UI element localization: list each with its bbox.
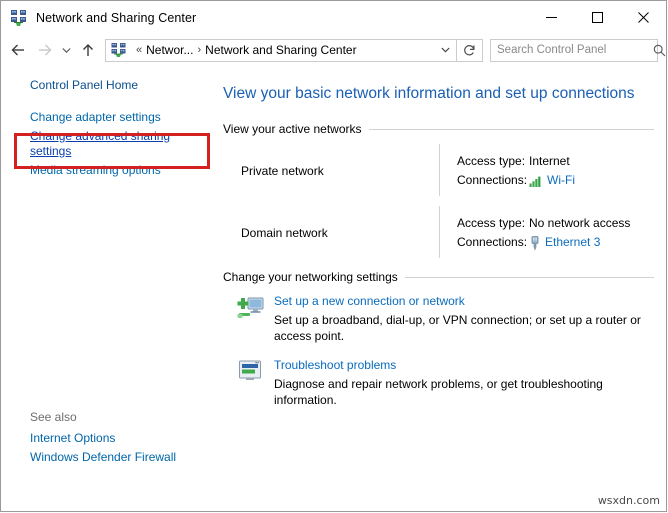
forward-button	[31, 37, 57, 63]
access-type-label: Access type:	[457, 152, 529, 171]
new-connection-icon	[237, 293, 265, 344]
search-box[interactable]	[490, 39, 658, 62]
access-type-value: Internet	[529, 152, 570, 171]
connections-line: Connections: Ethernet 3	[457, 233, 654, 252]
heading-rule	[405, 277, 654, 278]
network-row-private: Private network Access type: Internet Co…	[223, 140, 654, 202]
ethernet-plug-icon	[529, 236, 541, 250]
task-setup-new-connection: Set up a new connection or network Set u…	[223, 293, 654, 344]
network-sharing-icon	[10, 10, 28, 26]
sidebar: Control Panel Home Change adapter settin…	[1, 66, 215, 511]
search-input[interactable]	[491, 43, 653, 57]
maximize-button[interactable]	[574, 1, 620, 34]
access-type-label: Access type:	[457, 214, 529, 233]
task-text-block: Troubleshoot problems Diagnose and repai…	[274, 357, 654, 408]
connection-link-ethernet[interactable]: Ethernet 3	[545, 233, 600, 252]
heading-rule	[369, 129, 654, 130]
sidebar-item-media-streaming-options[interactable]: Media streaming options	[1, 161, 215, 180]
access-type-line: Access type: Internet	[457, 152, 654, 171]
address-network-icon	[111, 43, 127, 57]
navigation-bar: « Networ... › Network and Sharing Center	[1, 34, 666, 66]
sidebar-item-internet-options[interactable]: Internet Options	[1, 429, 215, 448]
content-area: Control Panel Home Change adapter settin…	[1, 66, 666, 511]
sidebar-item-change-advanced-sharing-settings[interactable]: Change advanced sharing settings	[1, 127, 180, 161]
network-row-domain: Domain network Access type: No network a…	[223, 202, 654, 264]
close-button[interactable]	[620, 1, 666, 34]
sidebar-item-change-adapter-settings[interactable]: Change adapter settings	[1, 108, 215, 127]
network-details-private: Access type: Internet Connections:	[440, 140, 654, 202]
active-networks-heading-text: View your active networks	[223, 122, 362, 136]
change-settings-heading-text: Change your networking settings	[223, 270, 398, 284]
main-pane: View your basic network information and …	[215, 66, 666, 511]
connections-line: Connections: Wi-Fi	[457, 171, 654, 190]
page-title: View your basic network information and …	[223, 84, 654, 104]
task-troubleshoot-problems: Troubleshoot problems Diagnose and repai…	[223, 357, 654, 408]
see-also-section: See also Internet Options Windows Defend…	[1, 410, 215, 467]
wifi-signal-icon	[529, 175, 543, 187]
watermark: wsxdn.com	[598, 494, 660, 507]
sidebar-item-control-panel-home[interactable]: Control Panel Home	[1, 76, 215, 95]
connections-label: Connections:	[457, 171, 529, 190]
breadcrumb-item-network[interactable]: Networ...	[146, 43, 193, 57]
see-also-title: See also	[1, 410, 215, 429]
access-type-line: Access type: No network access	[457, 214, 654, 233]
refresh-button[interactable]	[457, 39, 483, 62]
up-button[interactable]	[75, 37, 101, 63]
search-icon[interactable]	[653, 44, 666, 57]
sidebar-item-windows-defender-firewall[interactable]: Windows Defender Firewall	[1, 448, 215, 467]
minimize-button[interactable]	[528, 1, 574, 34]
link-setup-new-connection[interactable]: Set up a new connection or network	[274, 293, 654, 310]
window-controls	[528, 1, 666, 34]
network-name-domain: Domain network	[223, 202, 439, 264]
breadcrumb-dropdown-icon[interactable]	[434, 45, 456, 55]
link-troubleshoot-problems[interactable]: Troubleshoot problems	[274, 357, 654, 374]
active-networks-heading: View your active networks	[223, 122, 654, 136]
network-name-private: Private network	[223, 140, 439, 202]
task-text-block: Set up a new connection or network Set u…	[274, 293, 654, 344]
network-sharing-center-window: Network and Sharing Center	[0, 0, 667, 512]
access-type-value: No network access	[529, 214, 630, 233]
breadcrumb-item-current[interactable]: Network and Sharing Center	[205, 43, 356, 57]
troubleshoot-icon	[237, 357, 265, 408]
recent-locations-button[interactable]	[57, 37, 75, 63]
network-details-domain: Access type: No network access Connectio…	[440, 202, 654, 264]
title-bar: Network and Sharing Center	[1, 1, 666, 34]
task-description: Set up a broadband, dial-up, or VPN conn…	[274, 312, 654, 344]
back-button[interactable]	[5, 37, 31, 63]
window-title: Network and Sharing Center	[36, 11, 196, 25]
connection-link-wifi[interactable]: Wi-Fi	[547, 171, 575, 190]
connections-label: Connections:	[457, 233, 529, 252]
breadcrumb-overflow[interactable]: «	[132, 44, 146, 56]
task-description: Diagnose and repair network problems, or…	[274, 376, 654, 408]
change-settings-heading: Change your networking settings	[223, 270, 654, 284]
address-bar[interactable]: « Networ... › Network and Sharing Center	[105, 39, 457, 62]
breadcrumb-separator: ›	[193, 44, 205, 56]
